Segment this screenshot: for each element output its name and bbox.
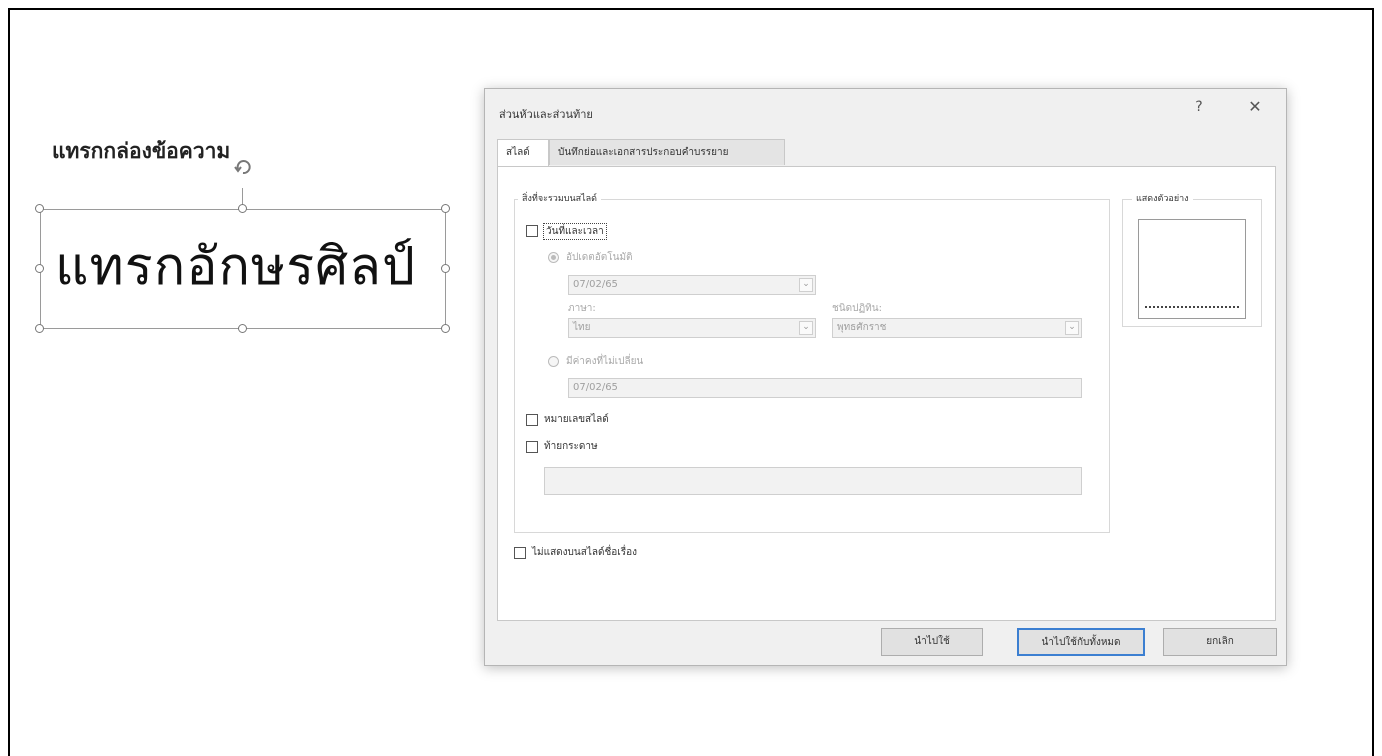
date-time-checkbox[interactable] <box>526 225 538 237</box>
tab-panel: สิ่งที่จะรวมบนสไลด์ วันที่และเวลา อัปเดต… <box>497 166 1276 621</box>
chevron-down-icon[interactable]: ⌄ <box>799 278 813 292</box>
wordart-text[interactable]: แทรกอักษรศิลป์ <box>55 224 416 307</box>
dont-show-title-slide-checkbox[interactable] <box>514 547 526 559</box>
textbox-caption[interactable]: แทรกกล่องข้อความ <box>52 135 230 168</box>
slide-number-checkbox[interactable] <box>526 414 538 426</box>
calendar-type-select[interactable]: พุทธศักราช ⌄ <box>832 318 1082 338</box>
resize-handle-right[interactable] <box>441 264 450 273</box>
language-value: ไทย <box>573 322 591 333</box>
dont-show-title-slide-label[interactable]: ไม่แสดงบนสไลด์ชื่อเรื่อง <box>532 545 637 560</box>
help-button[interactable]: ? <box>1189 99 1209 115</box>
resize-handle-left[interactable] <box>35 264 44 273</box>
resize-handle-top-left[interactable] <box>35 204 44 213</box>
tab-notes-handouts[interactable]: บันทึกย่อและเอกสารประกอบคำบรรยาย <box>549 139 785 165</box>
cancel-button[interactable]: ยกเลิก <box>1163 628 1277 656</box>
resize-handle-bottom-left[interactable] <box>35 324 44 333</box>
footer-checkbox[interactable] <box>526 441 538 453</box>
resize-handle-top[interactable] <box>238 204 247 213</box>
chevron-down-icon[interactable]: ⌄ <box>799 321 813 335</box>
chevron-down-icon[interactable]: ⌄ <box>1065 321 1079 335</box>
auto-date-value: 07/02/65 <box>573 279 618 290</box>
header-footer-dialog: ส่วนหัวและส่วนท้าย ? ✕ สไลด์ บันทึกย่อแล… <box>484 88 1287 666</box>
calendar-type-label: ชนิดปฏิทิน: <box>832 303 882 314</box>
resize-handle-top-right[interactable] <box>441 204 450 213</box>
resize-handle-bottom[interactable] <box>238 324 247 333</box>
dialog-title: ส่วนหัวและส่วนท้าย <box>499 108 593 121</box>
calendar-type-value: พุทธศักราช <box>837 322 887 333</box>
apply-to-all-button[interactable]: นำไปใช้กับทั้งหมด <box>1017 628 1145 656</box>
fixed-date-value: 07/02/65 <box>573 382 618 393</box>
tab-slide[interactable]: สไลด์ <box>497 139 549 167</box>
footer-label[interactable]: ท้ายกระดาษ <box>544 439 598 454</box>
apply-button[interactable]: นำไปใช้ <box>881 628 983 656</box>
language-label: ภาษา: <box>568 303 596 314</box>
resize-handle-bottom-right[interactable] <box>441 324 450 333</box>
auto-update-label: อัปเดตอัตโนมัติ <box>566 252 633 263</box>
footer-text-input[interactable] <box>544 467 1082 495</box>
preview-footer-placeholders <box>1145 306 1239 310</box>
fixed-date-label: มีค่าคงที่ไม่เปลี่ยน <box>566 356 644 367</box>
fixed-date-radio[interactable] <box>548 356 559 367</box>
fixed-date-input[interactable]: 07/02/65 <box>568 378 1082 398</box>
slide-preview <box>1138 219 1246 319</box>
include-group-label: สิ่งที่จะรวมบนสไลด์ <box>518 191 601 205</box>
close-button[interactable]: ✕ <box>1245 97 1265 116</box>
language-select[interactable]: ไทย ⌄ <box>568 318 816 338</box>
auto-update-radio[interactable] <box>548 252 559 263</box>
rotate-handle-icon[interactable] <box>232 156 254 178</box>
wordart-textbox[interactable]: แทรกอักษรศิลป์ <box>40 209 446 329</box>
preview-label: แสดงตัวอย่าง <box>1132 191 1193 205</box>
slide-number-label[interactable]: หมายเลขสไลด์ <box>544 412 609 427</box>
date-time-label[interactable]: วันที่และเวลา <box>543 223 607 240</box>
auto-date-select[interactable]: 07/02/65 ⌄ <box>568 275 816 295</box>
